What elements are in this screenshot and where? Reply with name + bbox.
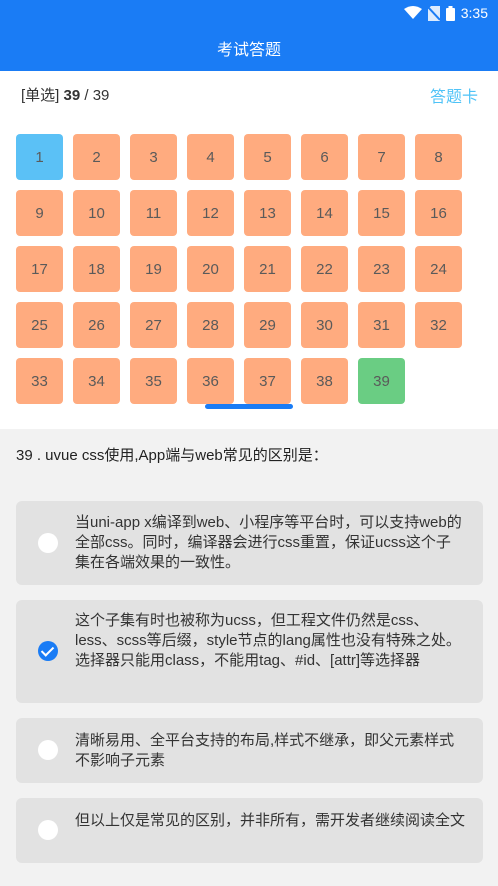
question-number-cell[interactable]: 38 bbox=[301, 358, 348, 404]
answer-card-link[interactable]: 答题卡 bbox=[430, 83, 478, 107]
option-b-text: 这个子集有时也被称为ucss，但工程文件仍然是css、less、scss等后缀，… bbox=[75, 612, 461, 669]
option-d-text: 但以上仅是常见的区别，并非所有，需开发者继续阅读全文 bbox=[75, 812, 466, 829]
radio-b-checked[interactable] bbox=[38, 641, 58, 661]
question-number-cell[interactable]: 14 bbox=[301, 190, 348, 236]
question-number-cell[interactable]: 26 bbox=[73, 302, 120, 348]
drag-handle[interactable] bbox=[205, 404, 293, 409]
option-c[interactable]: 清晰易用、全平台支持的布局,样式不继承，即父元素样式不影响子元素 bbox=[16, 718, 483, 783]
question-number-cell[interactable]: 2 bbox=[73, 134, 120, 180]
question-number-cell[interactable]: 33 bbox=[16, 358, 63, 404]
answer-card-panel: [单选] 39 / 39 答题卡 1 2 3 4 5 6 7 8 9 10 11 12 13 14 15 16… bbox=[0, 71, 498, 429]
question-number-cell[interactable]: 15 bbox=[358, 190, 405, 236]
question-number-cell[interactable]: 35 bbox=[130, 358, 177, 404]
question-number-cell[interactable]: 32 bbox=[415, 302, 462, 348]
question-number-cell[interactable]: 8 bbox=[415, 134, 462, 180]
question-progress: [单选] 39 / 39 bbox=[21, 84, 109, 105]
question-number-cell[interactable]: 5 bbox=[244, 134, 291, 180]
question-number-cell[interactable]: 20 bbox=[187, 246, 234, 292]
question-number-cell[interactable]: 19 bbox=[130, 246, 177, 292]
question-number-cell[interactable]: 31 bbox=[358, 302, 405, 348]
question-number-cell[interactable]: 28 bbox=[187, 302, 234, 348]
question-number-cell[interactable]: 12 bbox=[187, 190, 234, 236]
question-number-cell[interactable]: 21 bbox=[244, 246, 291, 292]
question-number-cell[interactable]: 17 bbox=[16, 246, 63, 292]
status-bar: 3:35 bbox=[403, 4, 488, 22]
question-number-cell[interactable]: 24 bbox=[415, 246, 462, 292]
question-number-cell[interactable]: 18 bbox=[73, 246, 120, 292]
question-number-cell[interactable]: 30 bbox=[301, 302, 348, 348]
question-grid: 1 2 3 4 5 6 7 8 9 10 11 12 13 14 15 16 17 18 19 20 21 22 23 24 2… bbox=[16, 134, 462, 404]
option-b[interactable]: 这个子集有时也被称为ucss，但工程文件仍然是css、less、scss等后缀，… bbox=[16, 600, 483, 703]
question-number-cell[interactable]: 9 bbox=[16, 190, 63, 236]
question-number-cell[interactable]: 16 bbox=[415, 190, 462, 236]
top-bar: 3:35 考试答题 bbox=[0, 0, 498, 71]
total-questions: 39 bbox=[92, 87, 110, 104]
question-number-cell[interactable]: 39 bbox=[358, 358, 405, 404]
option-a-text: 当uni-app x编译到web、小程序等平台时，可以支持web的全部css。同… bbox=[75, 514, 462, 571]
question-number-cell[interactable]: 1 bbox=[16, 134, 63, 180]
option-a[interactable]: 当uni-app x编译到web、小程序等平台时，可以支持web的全部css。同… bbox=[16, 501, 483, 585]
status-time: 3:35 bbox=[460, 5, 488, 21]
question-number-cell[interactable]: 37 bbox=[244, 358, 291, 404]
question-number-cell[interactable]: 11 bbox=[130, 190, 177, 236]
question-number-cell[interactable]: 3 bbox=[130, 134, 177, 180]
question-number-cell[interactable]: 29 bbox=[244, 302, 291, 348]
question-number-cell[interactable]: 7 bbox=[358, 134, 405, 180]
question-number-cell[interactable]: 4 bbox=[187, 134, 234, 180]
question-number-cell[interactable]: 36 bbox=[187, 358, 234, 404]
page-title: 考试答题 bbox=[216, 42, 281, 59]
current-question-number: 39 bbox=[63, 87, 81, 104]
question-number-cell[interactable]: 6 bbox=[301, 134, 348, 180]
progress-separator: / bbox=[84, 87, 89, 104]
question-number-cell[interactable]: 10 bbox=[73, 190, 120, 236]
question-number-cell[interactable]: 13 bbox=[244, 190, 291, 236]
question-text: 39 . uvue css使用,App端与web常见的区别是： bbox=[16, 447, 328, 464]
question-number-cell[interactable]: 27 bbox=[130, 302, 177, 348]
no-sim-icon bbox=[427, 5, 440, 21]
question-number-cell[interactable]: 22 bbox=[301, 246, 348, 292]
battery-icon bbox=[445, 5, 455, 21]
radio-d[interactable] bbox=[38, 820, 58, 840]
radio-a[interactable] bbox=[38, 533, 58, 553]
question-number-cell[interactable]: 34 bbox=[73, 358, 120, 404]
question-number-cell[interactable]: 25 bbox=[16, 302, 63, 348]
question-number-cell[interactable]: 23 bbox=[358, 246, 405, 292]
wifi-icon bbox=[403, 6, 422, 19]
question-type: [单选] bbox=[21, 87, 60, 104]
option-c-text: 清晰易用、全平台支持的布局,样式不继承，即父元素样式不影响子元素 bbox=[75, 732, 455, 769]
option-d[interactable]: 但以上仅是常见的区别，并非所有，需开发者继续阅读全文 bbox=[16, 798, 483, 863]
radio-c[interactable] bbox=[38, 740, 58, 760]
